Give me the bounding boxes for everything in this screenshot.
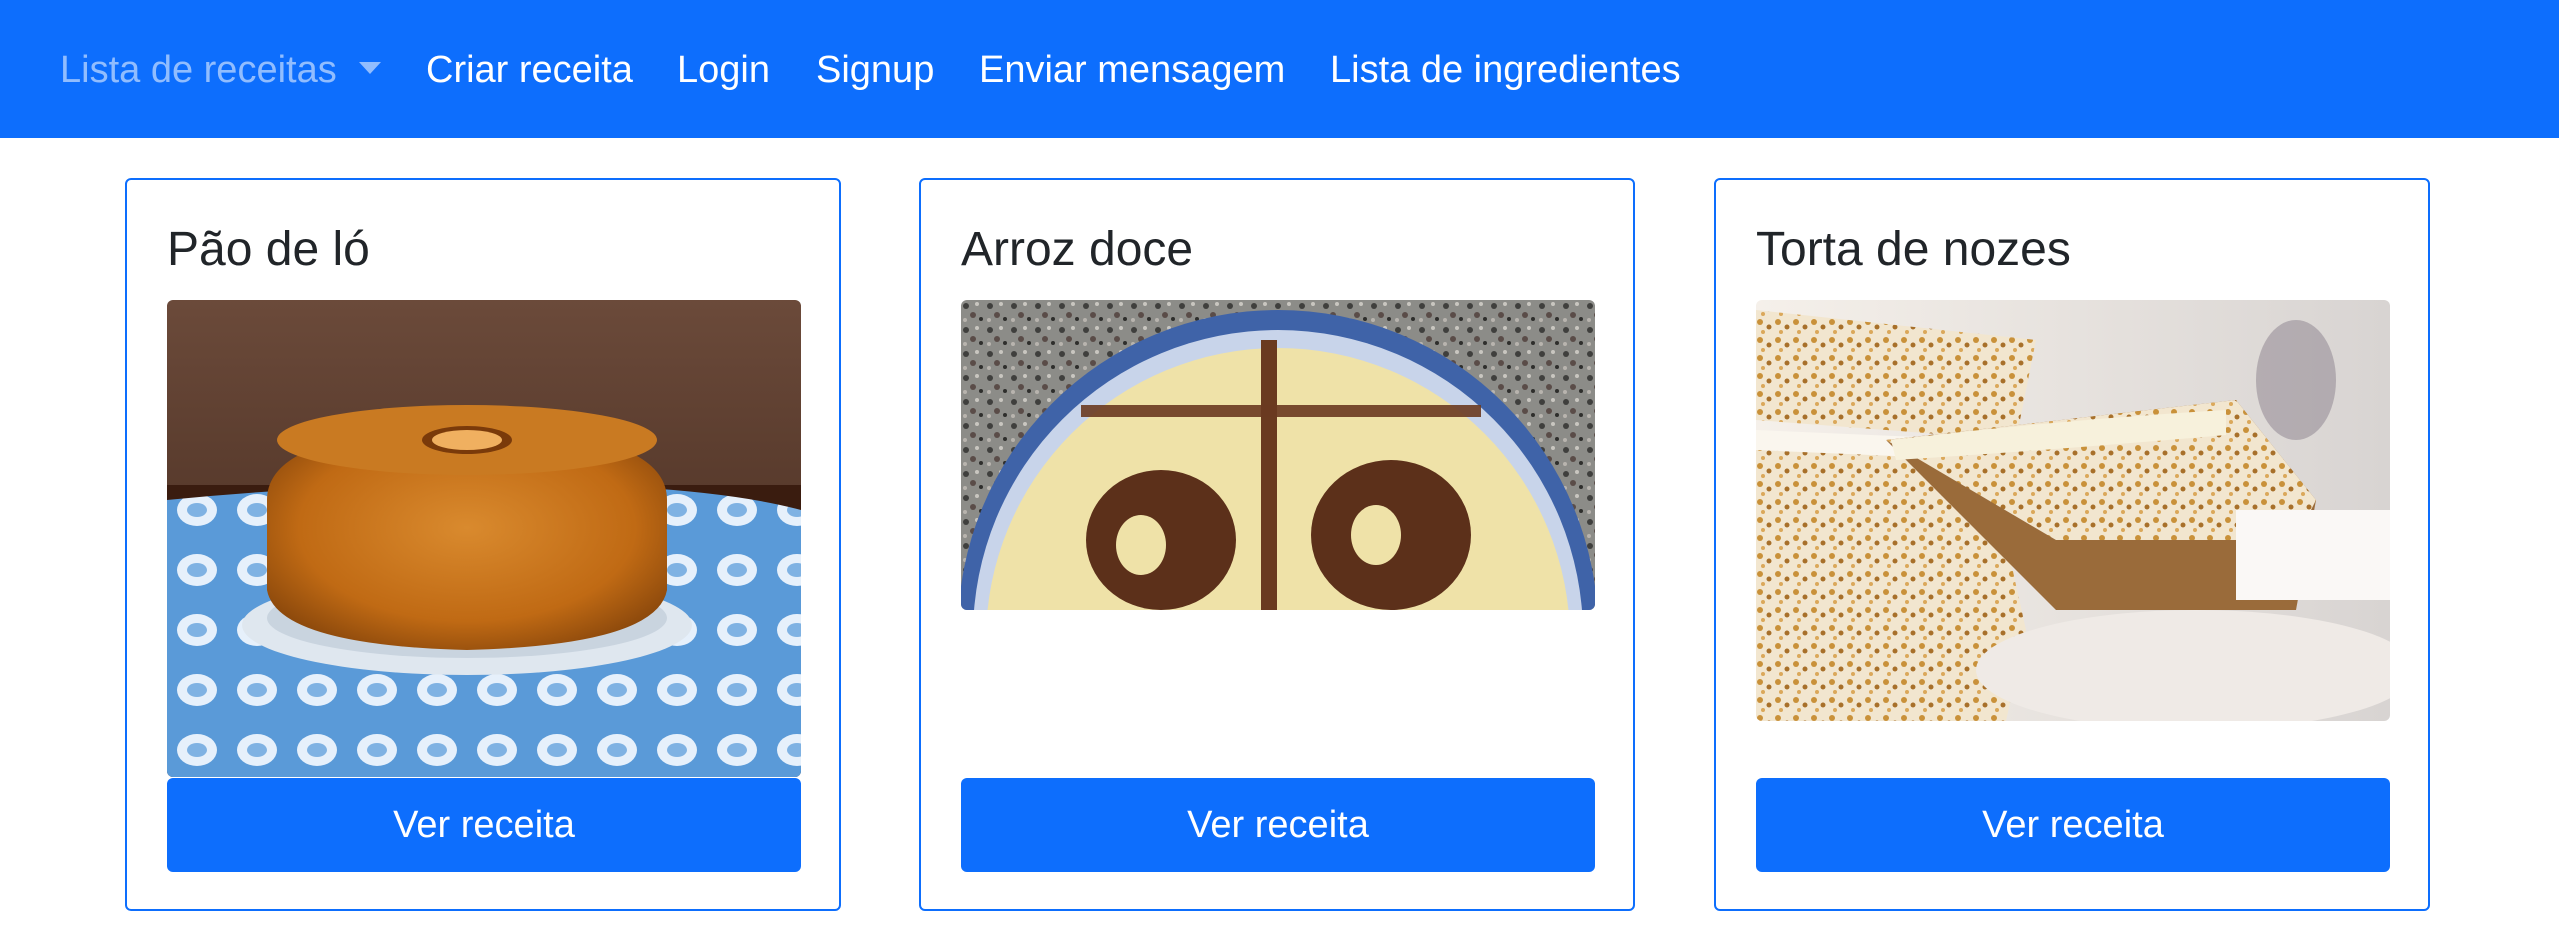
recipe-title: Torta de nozes: [1756, 223, 2071, 276]
nav-label: Lista de receitas: [60, 49, 337, 91]
recipe-card: Torta de nozes Ver receita: [1714, 178, 2430, 911]
nav-link-login[interactable]: Login: [677, 48, 770, 92]
nav-link-create-recipe[interactable]: Criar receita: [426, 48, 633, 92]
recipe-title: Pão de ló: [167, 223, 370, 276]
recipe-card: Arroz doce Ver receita: [919, 178, 1635, 911]
nav-link-send-message[interactable]: Enviar mensagem: [979, 48, 1285, 92]
nav-link-ingredient-list[interactable]: Lista de ingredientes: [1330, 48, 1681, 92]
recipe-card: Pão de ló Ver receita: [125, 178, 841, 911]
nav-link-signup[interactable]: Signup: [816, 48, 934, 92]
caret-down-icon: [358, 62, 381, 74]
view-recipe-button[interactable]: Ver receita: [167, 778, 801, 872]
recipe-title: Arroz doce: [961, 223, 1194, 276]
nav-dropdown-recipe-list[interactable]: Lista de receitas: [60, 48, 381, 92]
view-recipe-button[interactable]: Ver receita: [1756, 778, 2390, 872]
view-recipe-button[interactable]: Ver receita: [961, 778, 1595, 872]
navbar: Lista de receitas Criar receita Login Si…: [0, 0, 2559, 138]
recipe-image-pao-de-lo: [167, 300, 801, 777]
recipe-image-torta-de-nozes: [1756, 300, 2390, 721]
recipe-image-arroz-doce: [961, 300, 1595, 610]
